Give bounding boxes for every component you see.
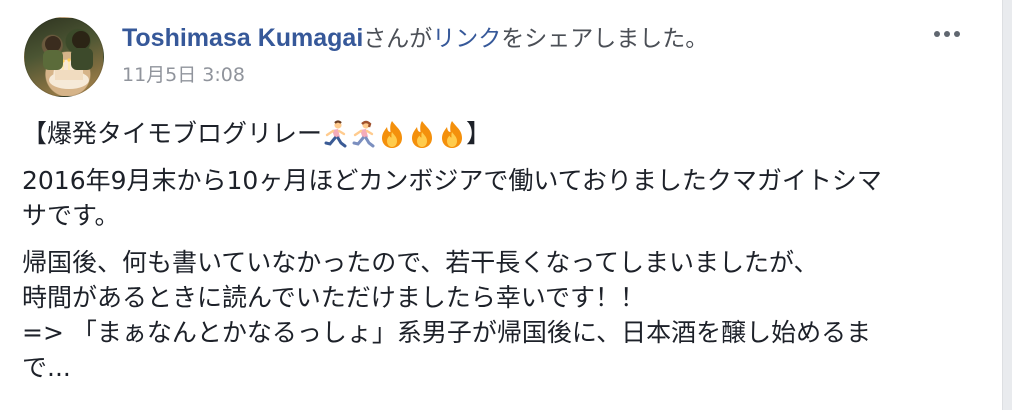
runner-icon — [352, 120, 375, 148]
paragraph-1-line-2: サです。 — [22, 201, 120, 230]
post-timestamp[interactable]: 11月5日 3:08 — [122, 62, 245, 88]
post-paragraph-2: 帰国後、何も書いていなかったので、若干長くなってしまいましたが、 時間があるとき… — [22, 245, 982, 385]
fire-icon — [442, 121, 463, 148]
feed-right-gutter — [1002, 0, 1012, 410]
action-suffix: をシェアしました。 — [501, 26, 709, 52]
post-title-open: 【爆発タイモブログリレー — [22, 119, 323, 148]
action-prefix: さんが — [363, 26, 433, 52]
post-paragraph-1: 2016年9月末から10ヶ月ほどカンボジアで働いておりましたクマガイトシマ サで… — [22, 163, 982, 233]
paragraph-1-line-1: 2016年9月末から10ヶ月ほどカンボジアで働いておりましたクマガイトシマ — [22, 166, 882, 195]
post-title-paragraph: 【爆発タイモブログリレー 】 — [22, 116, 982, 151]
title-emojis — [322, 119, 466, 149]
post-title-close: 】 — [466, 119, 492, 148]
post-body: 【爆発タイモブログリレー 】 2016年9月末から10ヶ月ほどカンボジアで働いて… — [22, 116, 982, 397]
facebook-post: Toshimasa Kumagaiさんがリンクをシェアしました。 11月5日 3… — [0, 0, 1002, 410]
author-avatar[interactable] — [24, 17, 104, 97]
fire-icon — [412, 121, 433, 148]
more-horizontal-icon — [932, 31, 962, 37]
paragraph-2-line-4: で... — [22, 353, 71, 382]
post-options-button[interactable] — [930, 20, 964, 48]
fire-icon — [382, 121, 403, 148]
author-name-link[interactable]: Toshimasa Kumagai — [122, 24, 363, 52]
shared-link-word[interactable]: リンク — [432, 26, 501, 52]
paragraph-2-line-3: => 「まぁなんとかなるっしょ」系男子が帰国後に、日本酒を醸し始めるま — [22, 318, 872, 347]
runner-icon — [324, 120, 347, 148]
post-header: Toshimasa Kumagaiさんがリンクをシェアしました。 — [122, 22, 708, 55]
paragraph-2-line-1: 帰国後、何も書いていなかったので、若干長くなってしまいましたが、 — [22, 248, 819, 277]
paragraph-2-line-2: 時間があるときに読んでいただけましたら幸いです！！ — [22, 283, 646, 312]
